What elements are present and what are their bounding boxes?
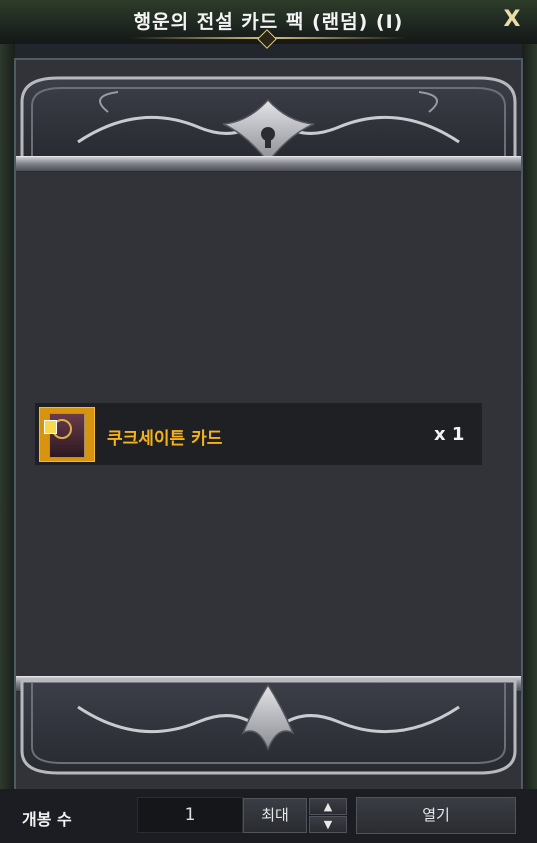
increase-button[interactable]: ▲ bbox=[309, 798, 347, 815]
card-pack-icon[interactable] bbox=[39, 407, 95, 462]
max-button[interactable]: 최대 bbox=[243, 798, 307, 833]
close-button[interactable]: X bbox=[500, 7, 524, 33]
decrease-button[interactable]: ▼ bbox=[309, 816, 347, 833]
bottom-ornament-icon bbox=[20, 679, 517, 775]
reward-item-quantity: x 1 bbox=[434, 424, 465, 445]
new-flag-icon bbox=[44, 420, 57, 434]
title-bar[interactable]: 행운의 전설 카드 팩 (랜덤) (I) X bbox=[0, 0, 537, 49]
reward-item-name: 쿠크세이튼 카드 bbox=[107, 429, 223, 449]
right-edge-background bbox=[522, 44, 537, 804]
open-count-label: 개봉 수 bbox=[22, 810, 72, 829]
chevron-up-icon: ▲ bbox=[323, 800, 333, 813]
card-pack-window: 행운의 전설 카드 팩 (랜덤) (I) X 쿠크세이튼 카드 x 1 개봉 수… bbox=[0, 0, 537, 843]
open-button[interactable]: 열기 bbox=[356, 797, 516, 834]
top-ornament-bar bbox=[16, 156, 521, 172]
left-edge-background bbox=[0, 44, 15, 804]
reward-item-row[interactable] bbox=[35, 403, 482, 465]
open-count-input[interactable]: 1 bbox=[137, 797, 243, 833]
chevron-down-icon: ▼ bbox=[323, 818, 333, 831]
